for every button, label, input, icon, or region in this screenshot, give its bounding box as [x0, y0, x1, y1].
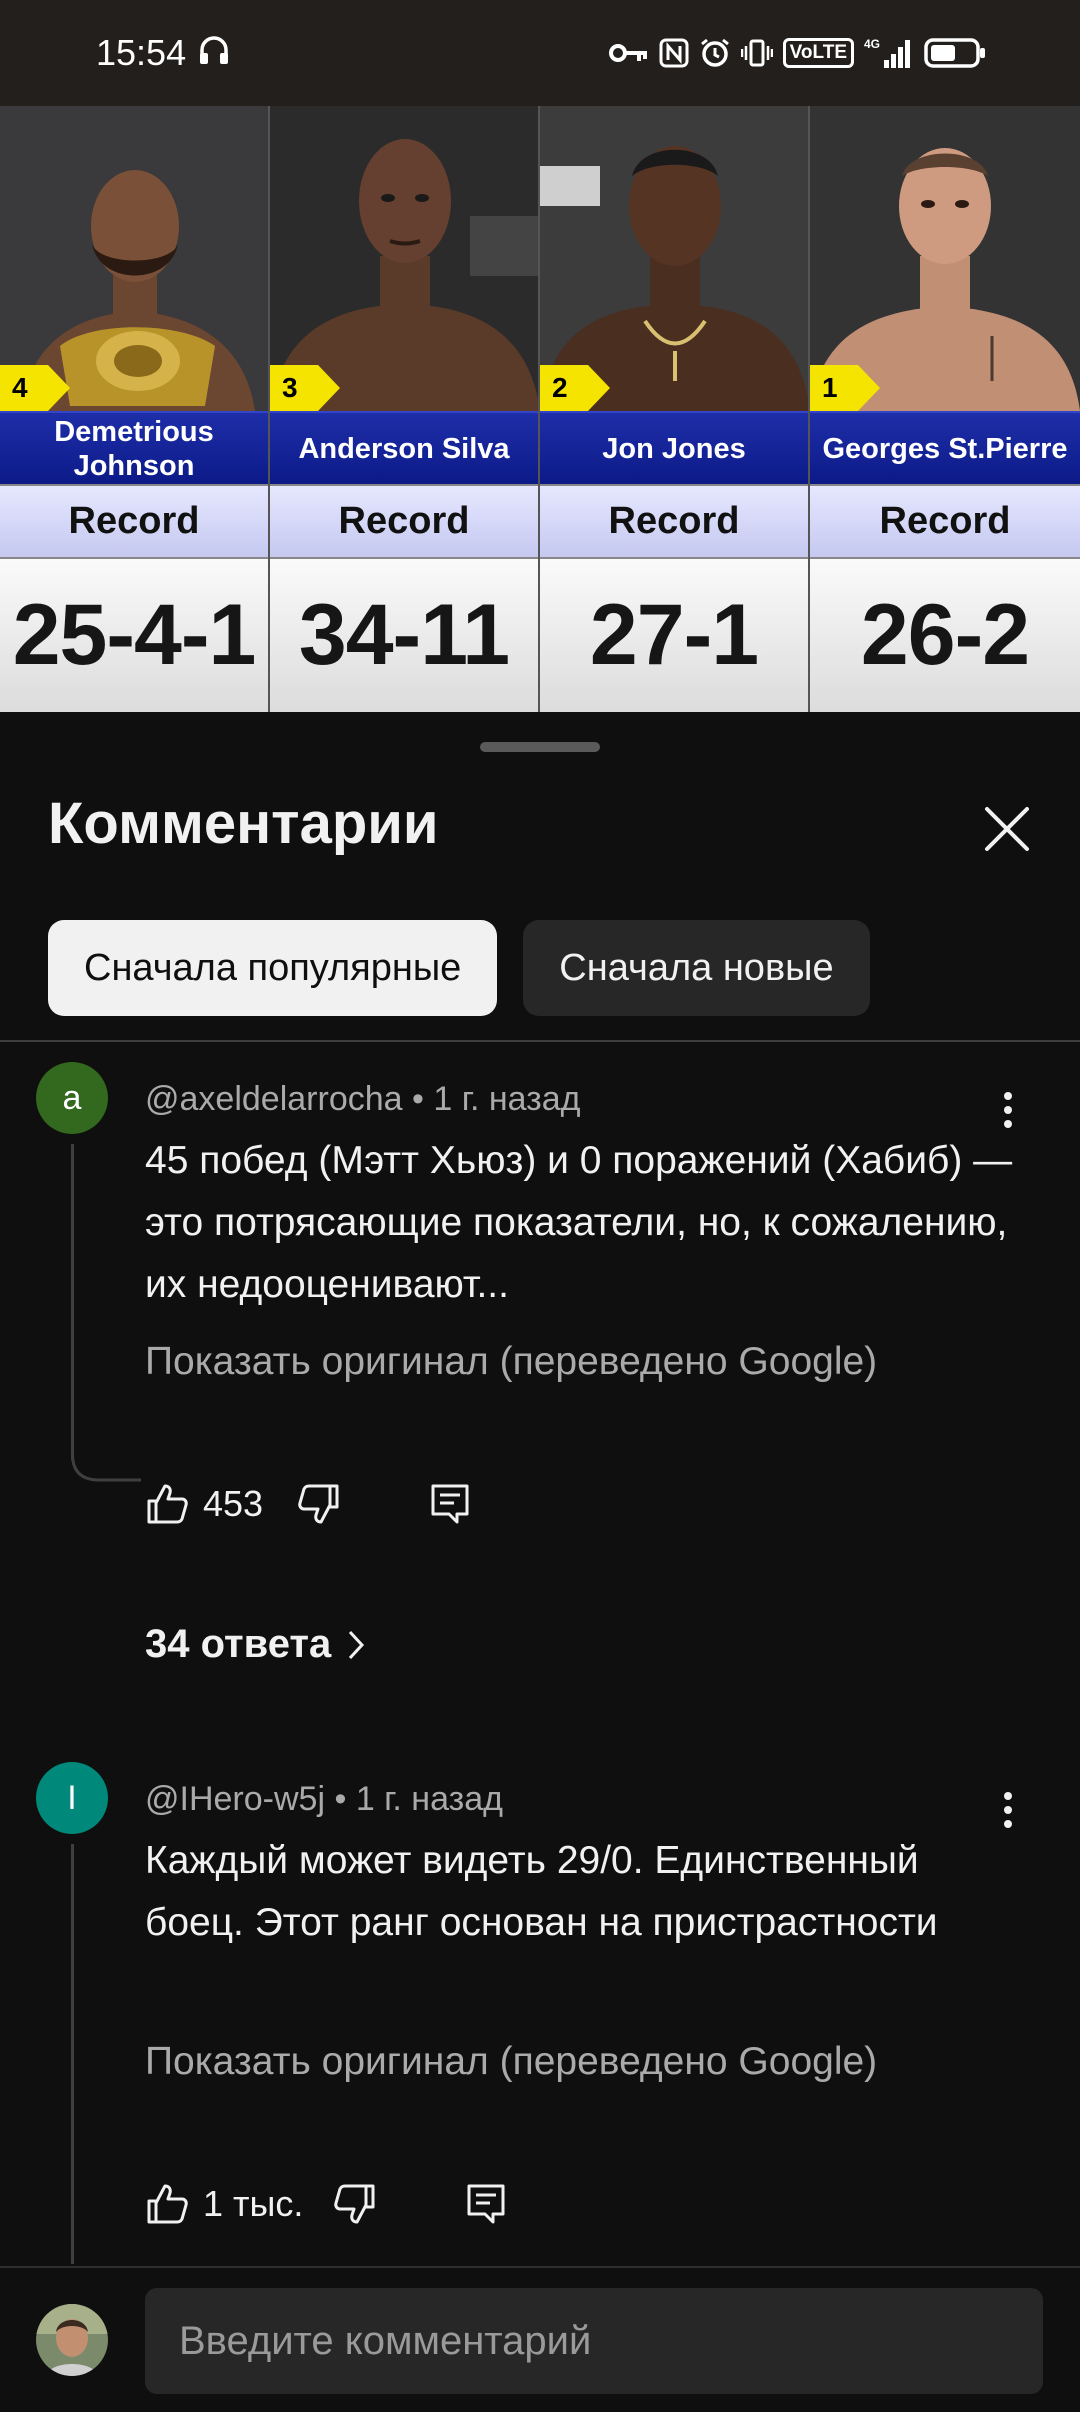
show-original-link[interactable]: Показать оригинал (переведено Google)	[145, 2040, 877, 2084]
volte-icon: VoLTE	[782, 38, 854, 68]
more-vertical-icon	[1004, 1092, 1012, 1128]
user-avatar[interactable]	[36, 2304, 108, 2376]
fighter-card-anderson-silva: 3 Anderson Silva Record 34-11	[270, 106, 540, 712]
thread-line	[71, 1144, 74, 1460]
chevron-right-icon	[349, 1630, 365, 1659]
comment-meta: @IHero-w5j • 1 г. назад	[145, 1780, 503, 1819]
comments-sheet: Комментарии Сначала популярные Сначала н…	[0, 712, 1080, 2412]
headphones-icon	[198, 32, 230, 74]
more-vertical-icon	[1004, 1792, 1012, 1828]
fighter-name: Georges St.Pierre	[810, 411, 1080, 484]
drag-handle[interactable]	[480, 742, 600, 752]
record-value: 25-4-1	[0, 559, 268, 712]
comment-author[interactable]: @axeldelarrocha	[145, 1080, 403, 1118]
comment-actions: 453	[145, 1482, 471, 1526]
battery-icon	[924, 37, 986, 69]
fighter-name: Demetrious Johnson	[0, 411, 268, 484]
comment-text: Каждый может видеть 29/0. Единственный б…	[145, 1839, 938, 1944]
video-player[interactable]: 4 Demetrious Johnson Record 25-4-1 3 And…	[0, 106, 1080, 712]
status-right: VoLTE 4G	[608, 36, 986, 70]
fighter-name: Anderson Silva	[270, 411, 538, 484]
sheet-title: Комментарии	[48, 791, 439, 856]
record-value: 27-1	[540, 559, 808, 712]
record-label: Record	[540, 484, 808, 559]
record-label: Record	[810, 484, 1080, 559]
like-count: 453	[203, 1483, 264, 1524]
comment-author[interactable]: @IHero-w5j	[145, 1780, 325, 1818]
sort-chips: Сначала популярные Сначала новые	[48, 920, 870, 1016]
reply-comment-icon	[431, 1484, 469, 1524]
signal-4g-icon: 4G	[864, 36, 914, 70]
rank-number: 3	[282, 372, 298, 403]
close-button[interactable]	[976, 798, 1038, 860]
meta-separator: •	[412, 1080, 434, 1118]
comment-meta: @axeldelarrocha • 1 г. назад	[145, 1080, 581, 1119]
comment-time: 1 г. назад	[355, 1780, 503, 1818]
like-button[interactable]: 453	[145, 1482, 263, 1526]
rank-number: 1	[822, 372, 838, 403]
thread-curve	[71, 1442, 141, 1482]
record-label: Record	[0, 484, 268, 559]
chip-newest[interactable]: Сначала новые	[523, 920, 870, 1016]
divider	[0, 1040, 1080, 1042]
like-count: 1 тыс.	[203, 2183, 304, 2224]
thumbs-up-icon	[147, 1484, 188, 1524]
rank-badge: 3	[270, 365, 340, 411]
fighter-name: Jon Jones	[540, 411, 808, 484]
thumbs-down-icon	[334, 2184, 375, 2224]
like-button[interactable]: 1 тыс.	[145, 2182, 303, 2226]
fighter-card-demetrious-johnson: 4 Demetrious Johnson Record 25-4-1	[0, 106, 270, 712]
comment-input[interactable]	[145, 2288, 1043, 2394]
comment-text: 45 побед (Мэтт Хьюз) и 0 поражений (Хаби…	[145, 1139, 1013, 1306]
show-original-link[interactable]: Показать оригинал (переведено Google)	[145, 1340, 877, 1384]
chip-popular[interactable]: Сначала популярные	[48, 920, 498, 1016]
alarm-icon	[699, 37, 731, 69]
reply-button[interactable]	[465, 2182, 507, 2226]
reply-button[interactable]	[429, 1482, 471, 1526]
record-value: 34-11	[270, 559, 538, 712]
comment-input-bar	[0, 2266, 1080, 2412]
reply-comment-icon	[467, 2184, 505, 2224]
status-left: 15:54	[96, 32, 230, 74]
status-time: 15:54	[96, 32, 187, 73]
dislike-button[interactable]	[333, 2182, 377, 2226]
comment-item: a @axeldelarrocha • 1 г. назад 45 побед …	[0, 1062, 1080, 1666]
comment-actions: 1 тыс.	[145, 2182, 507, 2226]
app-root: 15:54 VoLTE 4G 4 Demetrious Johnson Reco…	[0, 0, 1080, 2412]
vibrate-icon	[740, 37, 773, 69]
rank-badge: 2	[540, 365, 610, 411]
thumbs-up-icon	[147, 2184, 188, 2224]
comment-item: I @IHero-w5j • 1 г. назад Каждый может в…	[0, 1762, 1080, 2264]
fighter-photo: 4	[0, 106, 268, 411]
fighter-photo: 3	[270, 106, 538, 411]
view-replies-button[interactable]: 34 ответа	[145, 1622, 365, 1667]
rank-number: 2	[552, 372, 568, 403]
dislike-button[interactable]	[297, 1482, 341, 1526]
key-icon	[608, 41, 649, 65]
fighter-photo: 1	[810, 106, 1080, 411]
record-label: Record	[270, 484, 538, 559]
record-value: 26-2	[810, 559, 1080, 712]
avatar[interactable]: a	[36, 1062, 108, 1134]
close-icon	[985, 807, 1029, 851]
network-label: 4G	[864, 37, 880, 51]
avatar[interactable]: I	[36, 1762, 108, 1834]
nfc-icon	[659, 38, 689, 68]
thread-line	[71, 1844, 74, 2264]
comment-time: 1 г. назад	[433, 1080, 581, 1118]
status-bar: 15:54 VoLTE 4G	[0, 0, 1080, 106]
thumbs-down-icon	[298, 1484, 339, 1524]
rank-badge: 1	[810, 365, 880, 411]
meta-separator: •	[334, 1780, 356, 1818]
fighter-card-jon-jones: 2 Jon Jones Record 27-1	[540, 106, 810, 712]
rank-badge: 4	[0, 365, 70, 411]
fighter-photo: 2	[540, 106, 808, 411]
fighter-card-georges-st-pierre: 1 Georges St.Pierre Record 26-2	[810, 106, 1080, 712]
replies-label: 34 ответа	[145, 1622, 332, 1666]
rank-number: 4	[12, 372, 28, 403]
